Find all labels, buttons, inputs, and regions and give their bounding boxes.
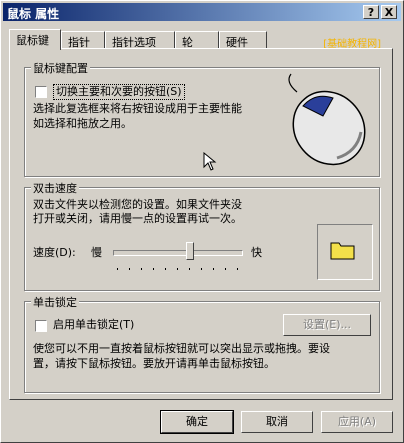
tab-wheel[interactable]: 轮 — [175, 31, 219, 49]
speed-label: 速度(D): — [33, 246, 76, 259]
click-lock-settings-button[interactable]: 设置(E)... — [283, 314, 371, 336]
switch-buttons-label[interactable]: 切换主要和次要的按钮(S) — [53, 84, 185, 100]
button-config-desc-1: 选择此复选框来将右按钮设成用于主要性能 — [33, 102, 242, 115]
switch-buttons-checkbox[interactable] — [35, 86, 47, 98]
fast-label: 快 — [251, 246, 262, 259]
double-click-desc-2: 打开或关闭，请用慢一点的设置再试一次。 — [33, 212, 242, 225]
button-config-desc-2: 如选择和拖放之用。 — [33, 117, 132, 130]
tab-buttons[interactable]: 鼠标键 — [9, 29, 61, 50]
click-lock-desc-1: 使您可以不用一直按着鼠标按钮就可以突出显示或拖拽。要设 — [33, 342, 330, 355]
button-config-group: 鼠标键配置 切换主要和次要的按钮(S) 选择此复选框来将右按钮设成用于主要性能 … — [24, 60, 380, 177]
cancel-button[interactable]: 取消 — [241, 411, 313, 433]
slow-label: 慢 — [91, 246, 102, 259]
help-button[interactable]: ? — [363, 5, 379, 19]
folder-icon[interactable] — [330, 239, 356, 261]
speed-slider-thumb[interactable] — [185, 242, 194, 260]
mouse-cursor-icon — [203, 152, 217, 171]
click-lock-desc-2: 置，请按下鼠标按钮。要放开请再单击鼠标按钮。 — [33, 357, 275, 370]
title-bar[interactable]: 鼠标 属性 ? X — [3, 3, 401, 21]
double-click-desc-1: 双击文件夹以检测您的设置。如果文件夹没 — [33, 198, 242, 211]
slider-ticks — [117, 268, 241, 270]
click-lock-group: 单击锁定 启用单击锁定(T) 设置(E)... 使您可以不用一直按着鼠标按钮就可… — [24, 294, 380, 393]
double-click-legend: 双击速度 — [31, 180, 79, 196]
button-config-legend: 鼠标键配置 — [31, 60, 90, 76]
apply-button[interactable]: 应用(A) — [321, 411, 393, 433]
tab-pointers[interactable]: 指针 — [61, 31, 105, 49]
click-lock-label[interactable]: 启用单击锁定(T) — [53, 318, 134, 332]
speed-slider-track[interactable] — [113, 250, 243, 256]
close-button[interactable]: X — [381, 5, 397, 19]
click-lock-legend: 单击锁定 — [31, 294, 79, 310]
tab-hardware[interactable]: 硬件 — [219, 31, 267, 49]
double-click-group: 双击速度 双击文件夹以检测您的设置。如果文件夹没 打开或关闭，请用慢一点的设置再… — [24, 180, 380, 291]
mouse-properties-dialog: 鼠标 属性 ? X 鼠标键 指针 指针选项 轮 硬件 [基础教程网] 鼠标键配置… — [0, 0, 404, 443]
test-folder-area[interactable] — [317, 224, 373, 280]
ok-button[interactable]: 确定 — [160, 410, 234, 434]
click-lock-checkbox[interactable] — [35, 320, 47, 332]
window-title: 鼠标 属性 — [7, 7, 60, 21]
tab-pointer-options[interactable]: 指针选项 — [105, 31, 175, 49]
tab-panel: 鼠标键配置 切换主要和次要的按钮(S) 选择此复选框来将右按钮设成用于主要性能 … — [9, 48, 393, 400]
mouse-illustration — [288, 73, 366, 166]
